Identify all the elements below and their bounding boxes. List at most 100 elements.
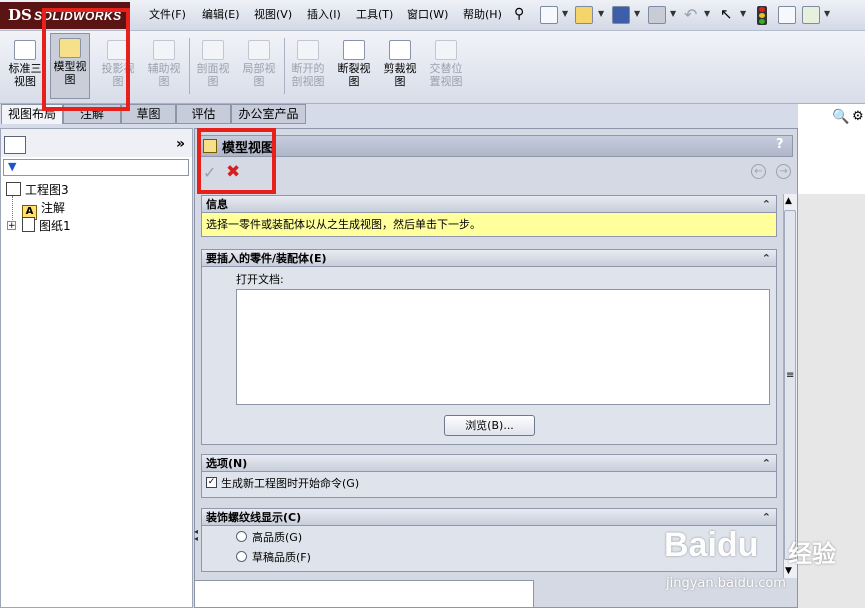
alternate-position-view-icon [435,40,457,60]
open-folder-icon[interactable] [575,6,593,24]
pin-icon[interactable]: ⚲ [514,6,530,24]
save-icon[interactable] [612,6,630,24]
tab-office-products[interactable]: 办公室产品 [231,104,306,124]
command-label: 标准三 [8,62,42,75]
chevron-down-icon[interactable]: ▼ [634,9,640,18]
high-quality-label: 高品质(G) [252,531,303,544]
sheet-icon [22,217,35,232]
property-manager-title-highlight [197,128,276,194]
chevron-down-icon[interactable]: ▼ [562,9,568,18]
command-label: 图 [348,75,360,88]
start-command-label: 生成新工程图时开始命令(G) [221,477,360,490]
crop-view-icon [389,40,411,60]
section-view-icon [202,40,224,60]
scroll-up-icon[interactable]: ▲ [785,196,792,206]
auxiliary-view-icon [153,40,175,60]
tree-root-label: 工程图3 [25,183,69,197]
detail-view-button[interactable]: 局部视 图 [239,36,279,98]
zoom-fit-icon[interactable]: ⚙ [852,109,864,124]
command-label: 剪裁视 [383,62,417,75]
tab-evaluate[interactable]: 评估 [176,104,231,124]
options-section-title: 选项(N) [206,457,248,470]
property-manager-header [199,135,793,157]
chevron-down-icon[interactable]: ▼ [704,9,710,18]
command-label: 视图 [14,75,36,88]
menu-edit[interactable]: 编辑(E) [200,5,242,25]
feature-manager-toolbar [1,129,192,157]
command-label: 交替位 [429,62,463,75]
watermark-cn: 经验 [788,540,836,568]
lower-panel [194,580,534,608]
double-chevron-right-icon[interactable]: » [176,136,185,152]
chevron-down-icon[interactable]: ▼ [740,9,746,18]
cosmetic-thread-section-title: 装饰螺纹线显示(C) [206,511,302,524]
new-document-icon[interactable] [540,6,558,24]
ds-logo-mark: DS [8,6,32,24]
tree-root[interactable]: 工程图3 [6,181,69,198]
feature-tree-tab-icon[interactable] [4,136,26,154]
detail-view-icon [248,40,270,60]
collapse-icon[interactable]: ⌃ [762,250,771,267]
info-section-title: 信息 [206,198,228,211]
command-label: 图 [158,75,170,88]
browse-button[interactable]: 浏览(B)... [444,415,535,436]
rebuild-traffic-light-icon[interactable] [757,6,767,25]
options-section-header[interactable]: 选项(N) ⌃ [201,454,777,472]
command-label: 辅助视 [147,62,181,75]
help-icon[interactable]: ? [776,137,784,152]
command-label: 图 [207,75,219,88]
options-icon[interactable] [802,6,820,24]
command-label: 断开的 [291,62,325,75]
undo-icon[interactable]: ↶ [684,5,697,24]
toolbar-separator [284,38,285,94]
chevron-down-icon[interactable]: ▼ [670,9,676,18]
baidu-jingyan-watermark: Baidu 经验 jingyan.baidu.com [660,520,860,600]
back-arrow-icon[interactable]: ← [751,164,766,179]
next-arrow-icon[interactable]: → [776,164,791,179]
print-icon[interactable] [648,6,666,24]
insert-part-section-header[interactable]: 要插入的零件/装配体(E) ⌃ [201,249,777,267]
high-quality-radio[interactable] [236,531,247,542]
command-label: 断裂视 [337,62,371,75]
file-properties-icon[interactable] [778,6,796,24]
watermark-brand: Baidu [664,526,759,564]
scrollbar-thumb[interactable] [784,210,796,560]
draft-quality-label: 草稿品质(F) [252,551,311,564]
filter-input[interactable] [3,159,189,176]
drawing-icon [6,182,21,196]
draft-quality-radio[interactable] [236,551,247,562]
open-documents-list[interactable] [236,289,770,405]
command-label: 剖视图 [291,75,325,88]
watermark-url: jingyan.baidu.com [666,576,786,591]
menu-file[interactable]: 文件(F) [147,5,188,25]
select-cursor-icon[interactable]: ↖ [720,5,733,23]
standard-3-view-button[interactable]: 标准三 视图 [5,36,45,98]
menu-help[interactable]: 帮助(H) [461,5,504,25]
insert-part-section-title: 要插入的零件/装配体(E) [206,252,327,265]
crop-view-button[interactable]: 剪裁视 图 [380,36,420,98]
alternate-position-view-button[interactable]: 交替位 置视图 [426,36,466,98]
panel-splitter-arrows[interactable]: ◂ ◂ [194,528,200,550]
menu-view[interactable]: 视图(V) [252,5,294,25]
menu-tools[interactable]: 工具(T) [354,5,395,25]
broken-out-section-button[interactable]: 断开的 剖视图 [288,36,328,98]
expand-icon[interactable]: + [7,221,16,231]
open-documents-label: 打开文档: [236,273,284,286]
section-view-button[interactable]: 剖面视 图 [193,36,233,98]
info-section-header[interactable]: 信息 ⌃ [201,195,777,213]
zoom-icon[interactable]: 🔍 [832,109,849,125]
collapse-icon[interactable]: ⌃ [762,455,771,472]
chevron-down-icon[interactable]: ▼ [598,9,604,18]
auxiliary-view-button[interactable]: 辅助视 图 [144,36,184,98]
menu-insert[interactable]: 插入(I) [305,5,343,25]
collapse-icon[interactable]: ⌃ [762,196,771,213]
command-label: 图 [253,75,265,88]
tree-item-label: 图纸1 [39,219,71,233]
command-label: 图 [394,75,406,88]
chevron-down-icon[interactable]: ▼ [824,9,830,18]
start-command-checkbox[interactable]: ✓ [206,477,217,488]
tree-item-sheet1[interactable]: 图纸1 [22,217,71,234]
menu-window[interactable]: 窗口(W) [405,5,450,25]
break-view-icon [343,40,365,60]
break-view-button[interactable]: 断裂视 图 [334,36,374,98]
